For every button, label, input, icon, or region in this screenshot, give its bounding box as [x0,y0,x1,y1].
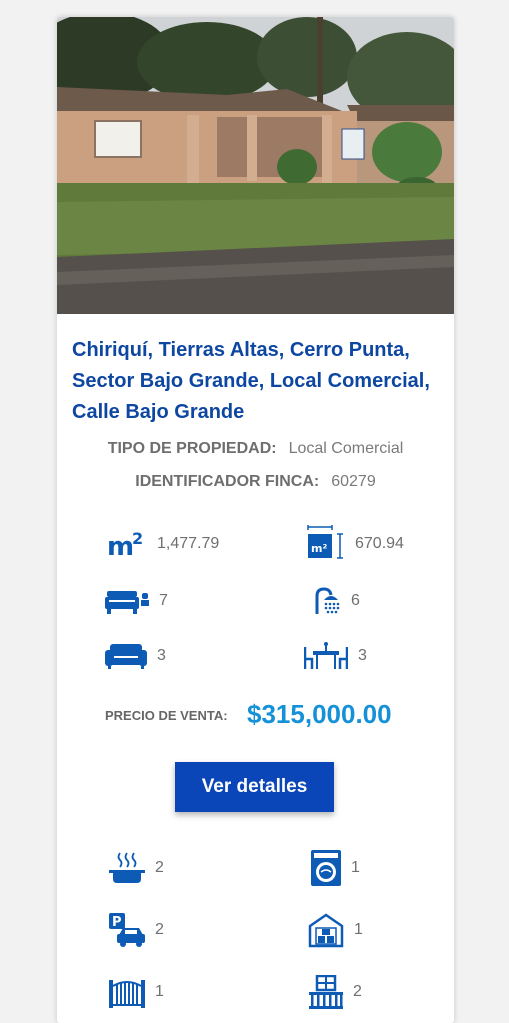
bed-icon [105,591,149,614]
feature-bathrooms: 6 [313,583,360,619]
feature-built-area: m² 670.94 [307,525,404,562]
built-area-value: 670.94 [355,535,404,552]
feature-bedrooms: 7 [105,583,168,619]
balcony-icon [309,975,343,1009]
svg-text:2: 2 [132,529,143,548]
feature-gates: 1 [109,974,164,1010]
finca-row: IDENTIFICADOR FINCA: 60279 [57,473,454,491]
washing-machine-icon [311,850,341,886]
property-type-row: TIPO DE PROPIEDAD: Local Comercial [57,440,454,458]
bathrooms-value: 6 [351,592,360,609]
feature-dining-rooms: 3 [304,638,367,674]
gate-icon [109,980,145,1008]
gates-value: 1 [155,983,164,1000]
price-label: PRECIO DE VENTA: [105,708,228,723]
bedrooms-value: 7 [159,592,168,609]
price-value: $315,000.00 [247,699,392,729]
dining-rooms-value: 3 [358,647,367,664]
parking-icon: P [109,913,145,947]
built-area-icon: m² [307,525,343,559]
sofa-icon [105,644,147,669]
view-details-button[interactable]: Ver detalles [175,762,334,812]
property-photo[interactable] [57,17,454,314]
laundry-value: 1 [351,859,360,876]
feature-laundry: 1 [311,850,360,886]
svg-text:m²: m² [311,542,327,555]
parking-value: 2 [155,921,164,938]
feature-balconies: 2 [309,974,362,1010]
finca-label: IDENTIFICADOR FINCA: [135,473,320,490]
dining-table-icon [304,642,348,669]
svg-text:m: m [107,532,134,559]
feature-living-rooms: 3 [105,638,166,674]
shower-icon [315,587,340,614]
property-card: Chiriquí, Tierras Altas, Cerro Punta, Se… [57,17,454,1023]
property-type-value: Local Comercial [288,440,404,457]
land-area-value: 1,477.79 [157,535,220,552]
feature-land-area: m 2 1,477.79 [107,526,219,562]
kitchens-value: 2 [155,859,164,876]
living-rooms-value: 3 [157,647,166,664]
property-type-label: TIPO DE PROPIEDAD: [107,440,277,457]
feature-storage: 1 [308,912,363,948]
m2-icon: m 2 [107,529,143,559]
finca-value: 60279 [331,473,376,490]
svg-text:P: P [112,915,122,930]
listing-title[interactable]: Chiriquí, Tierras Altas, Cerro Punta, Se… [72,335,442,428]
storage-garage-icon [308,913,344,948]
feature-parking: P 2 [109,912,164,948]
balconies-value: 2 [353,983,362,1000]
storage-value: 1 [354,921,363,938]
feature-kitchens: 2 [109,850,164,886]
cooking-pot-icon [109,852,145,883]
